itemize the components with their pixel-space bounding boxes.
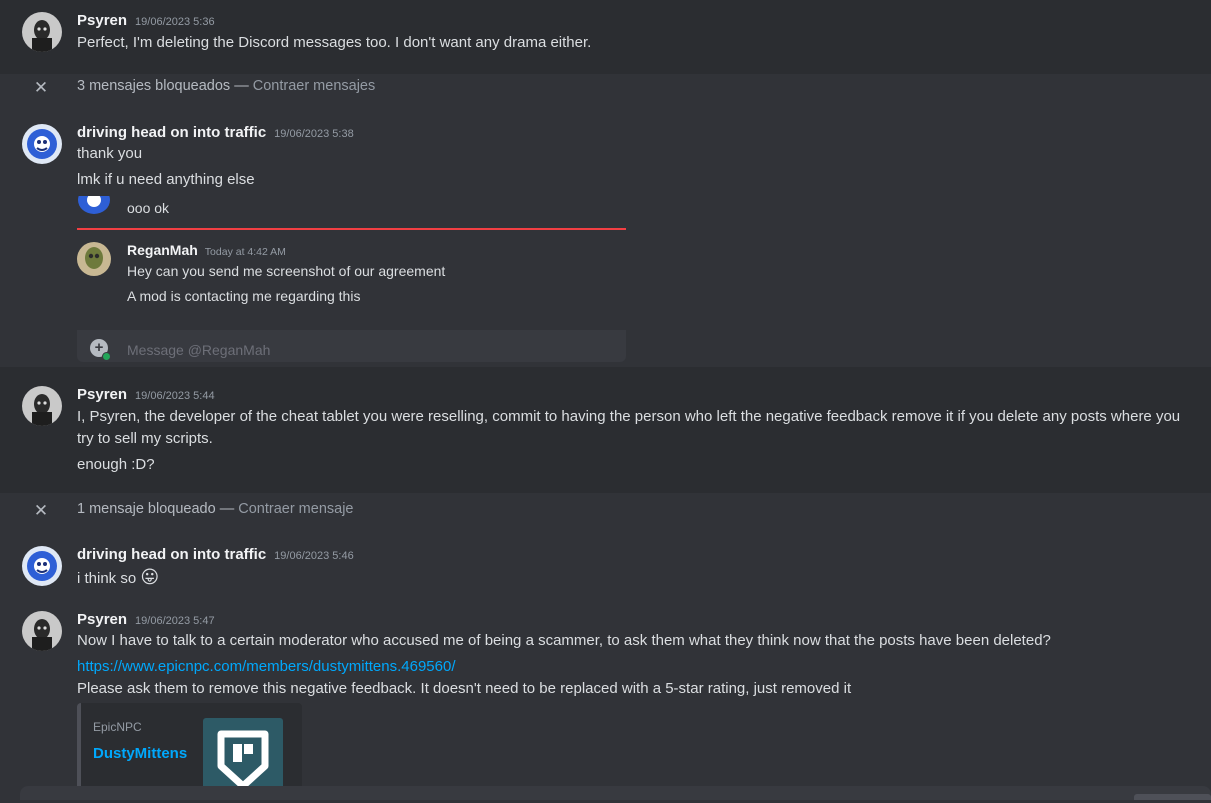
chat-input-bar[interactable] (20, 786, 1211, 800)
message-text: Perfect, I'm deleting the Discord messag… (77, 34, 592, 51)
timestamp: 19/06/2023 5:44 (135, 390, 215, 402)
new-messages-divider (77, 228, 626, 230)
timestamp: 19/06/2023 5:38 (274, 128, 354, 140)
blocked-messages-notice: 1 mensaje bloqueado — Contraer mensaje (77, 501, 353, 517)
screenshot-author: ReganMah (127, 242, 198, 258)
message-header: driving head on into traffic 19/06/2023 5… (77, 546, 354, 564)
avatar-psyren[interactable] (22, 12, 62, 52)
author-name[interactable]: Psyren (77, 611, 127, 628)
message-text: Now I have to talk to a certain moderato… (77, 632, 1051, 649)
message-text: thank you (77, 145, 143, 162)
embed-provider: EpicNPC (93, 720, 142, 734)
author-name[interactable]: Psyren (77, 12, 127, 29)
message-header: driving head on into traffic 19/06/2023 5… (77, 124, 354, 142)
avatar-psyren[interactable] (22, 386, 62, 426)
message-text-content: i think so (77, 570, 137, 587)
blocked-count: 1 mensaje bloqueado — (77, 501, 239, 517)
message-header: Psyren 19/06/2023 5:36 (77, 12, 215, 30)
author-name[interactable]: driving head on into traffic (77, 546, 266, 563)
message-header: Psyren 19/06/2023 5:44 (77, 386, 215, 404)
author-name[interactable]: Psyren (77, 386, 127, 403)
author-name[interactable]: driving head on into traffic (77, 124, 266, 141)
collapse-message-link[interactable]: Contraer mensaje (238, 501, 353, 517)
close-icon[interactable]: ✕ (33, 79, 49, 96)
avatar-driving[interactable] (22, 124, 62, 164)
screenshot-header: ReganMah Today at 4:42 AM (127, 242, 286, 260)
avatar-psyren[interactable] (22, 611, 62, 651)
timestamp: 19/06/2023 5:36 (135, 16, 215, 28)
message-text: lmk if u need anything else (77, 171, 255, 188)
message-text: I, Psyren, the developer of the cheat ta… (77, 408, 1181, 425)
message-text: enough :D? (77, 456, 155, 473)
scroll-indicator (1134, 794, 1211, 800)
screenshot-text: A mod is contacting me regarding this (127, 288, 361, 304)
close-icon[interactable]: ✕ (33, 502, 49, 519)
message-text: try to sell my scripts. (77, 430, 213, 447)
blocked-messages-notice: 3 mensajes bloqueados — Contraer mensaje… (77, 78, 375, 94)
status-dot (102, 352, 111, 361)
message-placeholder: Message @ReganMah (127, 342, 271, 358)
screenshot-text: ooo ok (127, 200, 170, 216)
message-text: Please ask them to remove this negative … (77, 680, 852, 697)
blocked-count: 3 mensajes bloqueados — (77, 78, 253, 94)
screenshot-timestamp: Today at 4:42 AM (204, 246, 286, 258)
screenshot-image[interactable]: ooo ok ReganMah Today at 4:42 AM Hey can … (77, 196, 626, 362)
screenshot-text: Hey can you send me screenshot of our ag… (127, 263, 446, 279)
timestamp: 19/06/2023 5:47 (135, 615, 215, 627)
screenshot-message-box: + Message @ReganMah (77, 330, 626, 362)
message-text: i think so 😛 (77, 566, 159, 590)
collapse-messages-link[interactable]: Contraer mensajes (253, 78, 376, 94)
message-header: Psyren 19/06/2023 5:47 (77, 611, 215, 629)
embed-title-link[interactable]: DustyMittens (93, 745, 187, 762)
avatar-reganmah (77, 242, 111, 276)
timestamp: 19/06/2023 5:46 (274, 550, 354, 562)
profile-link[interactable]: https://www.epicnpc.com/members/dustymit… (77, 658, 456, 675)
avatar-driving[interactable] (22, 546, 62, 586)
partial-avatar (77, 196, 111, 218)
tongue-emoji-icon: 😛 (140, 567, 160, 587)
